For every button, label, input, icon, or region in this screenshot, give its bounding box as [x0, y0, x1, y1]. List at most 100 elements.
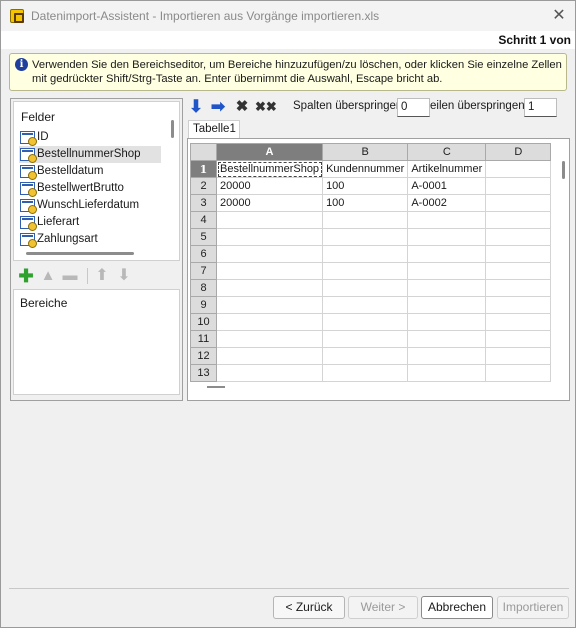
grid-cell[interactable]: [215, 279, 324, 297]
grid-vertical-scrollbar[interactable]: [562, 161, 565, 179]
grid-cell[interactable]: BestellnummerShop: [215, 160, 324, 178]
grid-cell[interactable]: [322, 211, 409, 229]
tab-tabelle1[interactable]: Tabelle1: [188, 120, 240, 138]
column-header-a[interactable]: A: [215, 143, 324, 161]
row-header[interactable]: 4: [190, 211, 217, 229]
grid-cell[interactable]: [485, 194, 552, 212]
next-button[interactable]: Weiter >: [348, 596, 418, 619]
field-item-lieferart[interactable]: Lieferart: [19, 214, 161, 231]
grid-cell[interactable]: [215, 364, 324, 382]
grid-cell[interactable]: [407, 245, 487, 263]
field-item-bestellwertbrutto[interactable]: BestellwertBrutto: [19, 180, 161, 197]
row-header[interactable]: 9: [190, 296, 217, 314]
row-header[interactable]: 3: [190, 194, 217, 212]
field-item-id[interactable]: ID: [19, 129, 161, 146]
skip-columns-input[interactable]: 0: [397, 98, 430, 117]
grid-cell[interactable]: [215, 211, 324, 229]
grid-cell[interactable]: [215, 262, 324, 280]
arrow-down-icon[interactable]: ⬇: [115, 267, 133, 285]
grid-cell[interactable]: [322, 347, 409, 365]
grid-cell[interactable]: Kundennummer: [322, 160, 409, 178]
row-header[interactable]: 12: [190, 347, 217, 365]
column-header-b[interactable]: B: [322, 143, 409, 161]
grid-cell[interactable]: [215, 313, 324, 331]
grid-cell[interactable]: [215, 347, 324, 365]
grid-cell[interactable]: [322, 296, 409, 314]
grid-cell[interactable]: 20000: [215, 194, 324, 212]
import-button[interactable]: Importieren: [497, 596, 569, 619]
grid-cell[interactable]: [485, 347, 552, 365]
row-header[interactable]: 5: [190, 228, 217, 246]
grid-cell[interactable]: [322, 245, 409, 263]
grid-corner[interactable]: [190, 143, 217, 161]
grid-cell[interactable]: [485, 177, 552, 195]
row-header[interactable]: 13: [190, 364, 217, 382]
grid-cell[interactable]: [407, 228, 487, 246]
arrow-down-icon[interactable]: ⬇: [187, 98, 205, 116]
grid-cell[interactable]: [485, 313, 552, 331]
grid-cell[interactable]: A-0002: [407, 194, 487, 212]
column-header-c[interactable]: C: [407, 143, 487, 161]
grid-cell[interactable]: 20000: [215, 177, 324, 195]
grid-cell[interactable]: [215, 296, 324, 314]
back-button[interactable]: < Zurück: [273, 596, 345, 619]
grid-cell[interactable]: [407, 296, 487, 314]
grid-cell[interactable]: [215, 330, 324, 348]
field-item-zahlungsart[interactable]: Zahlungsart: [19, 231, 161, 248]
arrow-up-icon[interactable]: ⬆: [93, 267, 111, 285]
grid-cell[interactable]: [322, 262, 409, 280]
cancel-button[interactable]: Abbrechen: [421, 596, 493, 619]
grid-cell[interactable]: [407, 262, 487, 280]
grid-cell[interactable]: [215, 228, 324, 246]
add-range-icon[interactable]: ✚: [17, 267, 35, 285]
grid-cell[interactable]: [322, 364, 409, 382]
grid-horizontal-scrollbar[interactable]: [207, 386, 225, 388]
delete-icon[interactable]: ✖: [233, 98, 251, 116]
grid-cell[interactable]: 100: [322, 177, 409, 195]
column-header-d[interactable]: D: [485, 143, 552, 161]
skip-rows-input[interactable]: 1: [524, 98, 557, 117]
row-header[interactable]: 8: [190, 279, 217, 297]
grid-cell[interactable]: [215, 245, 324, 263]
grid-cell[interactable]: 100: [322, 194, 409, 212]
grid-cell[interactable]: [485, 364, 552, 382]
row-header[interactable]: 6: [190, 245, 217, 263]
grid-cell[interactable]: [322, 330, 409, 348]
grid-cell[interactable]: Artikelnummer: [407, 160, 487, 178]
grid-cell[interactable]: [407, 279, 487, 297]
grid-cell[interactable]: [485, 228, 552, 246]
close-icon[interactable]: ✕: [548, 5, 570, 27]
row-header[interactable]: 2: [190, 177, 217, 195]
fields-horizontal-scrollbar[interactable]: [26, 252, 134, 255]
grid-cell[interactable]: [407, 211, 487, 229]
grid-cell[interactable]: [485, 245, 552, 263]
move-up-icon[interactable]: ▲: [39, 267, 57, 285]
grid-cell[interactable]: [322, 279, 409, 297]
field-item-bestelldatum[interactable]: Bestelldatum: [19, 163, 161, 180]
arrow-right-icon[interactable]: ➡: [209, 98, 227, 116]
grid-cell[interactable]: [407, 313, 487, 331]
grid-cell[interactable]: [407, 364, 487, 382]
delete-all-icon[interactable]: ✖✖: [255, 98, 277, 116]
fields-vertical-scrollbar[interactable]: [171, 120, 174, 138]
grid-cell[interactable]: [322, 228, 409, 246]
grid-cell[interactable]: [485, 296, 552, 314]
grid-cell[interactable]: [485, 160, 552, 178]
row-header[interactable]: 7: [190, 262, 217, 280]
row-header[interactable]: 11: [190, 330, 217, 348]
ranges-list[interactable]: Bereiche: [13, 289, 180, 395]
grid-cell[interactable]: [485, 211, 552, 229]
row-header[interactable]: 1: [190, 160, 217, 178]
field-item-bestellnummershop[interactable]: BestellnummerShop: [19, 146, 161, 163]
grid-cell[interactable]: [407, 330, 487, 348]
grid-cell[interactable]: A-0001: [407, 177, 487, 195]
field-item-wunschlieferdatum[interactable]: WunschLieferdatum: [19, 197, 161, 214]
remove-range-icon[interactable]: ▬: [61, 267, 79, 285]
grid-cell[interactable]: [485, 262, 552, 280]
grid-cell[interactable]: [485, 330, 552, 348]
grid-cell[interactable]: [485, 279, 552, 297]
grid-cell[interactable]: [407, 347, 487, 365]
grid-cell[interactable]: [322, 313, 409, 331]
fields-list[interactable]: Felder ID BestellnummerShop Bestelldatum…: [13, 101, 180, 261]
row-header[interactable]: 10: [190, 313, 217, 331]
